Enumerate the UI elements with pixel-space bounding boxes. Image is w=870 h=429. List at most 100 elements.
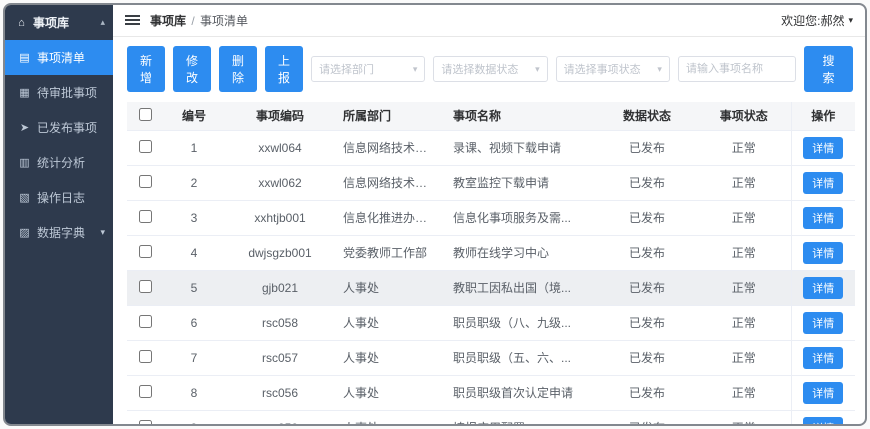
detail-button[interactable]: 详情 [803,312,844,334]
edit-button[interactable]: 修改 [173,46,212,92]
table-row[interactable]: 1 xxwl064 信息网络技术中心 录课、视频下载申请 已发布 正常 详情 [127,130,855,166]
report-button[interactable]: 上报 [265,46,304,92]
column-header: 所属部门 [335,102,445,131]
row-checkbox[interactable] [138,385,152,398]
cell-code: xxwl064 [225,130,335,166]
items-table: 编号 事项编码 所属部门 事项名称 数据状态 事项状态 操作 1 xxwl064 [127,102,855,424]
breadcrumb-separator: / [191,14,195,28]
add-button[interactable]: 新增 [127,46,166,92]
search-button[interactable]: 搜索 [803,46,854,92]
cell-code: xxhtjb001 [225,200,335,236]
cell-no: 5 [163,270,225,306]
sidebar-item-published[interactable]: ➤ 已发布事项 [5,110,113,145]
delete-button[interactable]: 删除 [219,46,258,92]
table-row[interactable]: 2 xxwl062 信息网络技术中心 教室监控下载申请 已发布 正常 详情 [127,165,855,201]
cell-data-status: 已发布 [597,305,697,341]
cell-code: rsc058 [225,305,335,341]
detail-button[interactable]: 详情 [803,347,844,369]
collapse-menu-icon[interactable] [125,15,140,26]
row-checkbox[interactable] [138,210,152,223]
cell-no: 9 [163,410,225,424]
approval-icon: ▦ [19,87,30,99]
department-select[interactable]: 请选择部门 ▾ [311,56,426,82]
breadcrumb-current: 事项清单 [200,14,249,28]
cell-data-status: 已发布 [597,375,697,411]
table-row[interactable]: 9 rsc050 人事处 填报应用配置 已发布 正常 详情 [127,410,855,424]
row-checkbox[interactable] [138,245,152,258]
cell-dept: 信息网络技术中心 [335,130,445,166]
sidebar-item-label: 已发布事项 [37,121,98,135]
table-row[interactable]: 8 rsc056 人事处 职员职级首次认定申请 已发布 正常 详情 [127,375,855,411]
select-placeholder: 请选择部门 [319,64,375,76]
chevron-down-icon: ▾ [657,63,662,74]
cell-data-status: 已发布 [597,270,697,306]
detail-button[interactable]: 详情 [803,137,844,159]
cell-item-status: 正常 [697,200,791,236]
column-header: 事项编码 [225,102,335,131]
item-status-select[interactable]: 请选择事项状态 ▾ [555,56,670,82]
cell-dept: 人事处 [335,340,445,376]
cell-item-status: 正常 [697,235,791,271]
detail-button[interactable]: 详情 [803,382,844,404]
cell-code: rsc057 [225,340,335,376]
table-row[interactable]: 3 xxhtjb001 信息化推进办公室 信息化事项服务及需... 已发布 正常… [127,200,855,236]
row-checkbox[interactable] [138,420,152,424]
table-row[interactable]: 5 gjb021 人事处 教职工因私出国（境... 已发布 正常 详情 [127,270,855,306]
chevron-down-icon: ▾ [535,63,540,74]
row-checkbox[interactable] [138,280,152,293]
detail-button[interactable]: 详情 [803,172,844,194]
row-checkbox[interactable] [138,315,152,328]
breadcrumb-root[interactable]: 事项库 [150,14,186,28]
cell-name: 教职工因私出国（境... [445,270,597,306]
cell-name: 信息化事项服务及需... [445,200,597,236]
row-checkbox[interactable] [138,350,152,363]
send-icon: ➤ [19,122,30,134]
row-checkbox[interactable] [138,140,152,153]
data-status-select[interactable]: 请选择数据状态 ▾ [433,56,548,82]
cell-dept: 党委教师工作部 [335,235,445,271]
table-row[interactable]: 4 dwjsgzb001 党委教师工作部 教师在线学习中心 已发布 正常 详情 [127,235,855,271]
user-menu[interactable]: 欢迎您:郝然 ▾ [781,12,853,29]
dictionary-icon: ▨ [19,227,30,239]
sidebar-item-list[interactable]: ▤ 事项清单 [5,40,113,75]
column-header: 数据状态 [597,102,697,131]
cell-data-status: 已发布 [597,200,697,236]
sidebar-header[interactable]: ⌂ 事项库 ▴ [5,5,113,40]
list-icon: ▤ [19,52,30,64]
cell-item-status: 正常 [697,165,791,201]
sidebar-item-logs[interactable]: ▧ 操作日志 [5,180,113,215]
cell-name: 教师在线学习中心 [445,235,597,271]
cell-data-status: 已发布 [597,130,697,166]
home-icon: ⌂ [18,16,25,29]
cell-name: 职员职级（八、九级... [445,305,597,341]
sidebar-item-stats[interactable]: ▥ 统计分析 [5,145,113,180]
cell-no: 3 [163,200,225,236]
chevron-down-icon: ▾ [100,227,105,237]
detail-button[interactable]: 详情 [803,207,844,229]
item-name-input[interactable] [677,56,796,82]
detail-button[interactable]: 详情 [803,242,844,264]
detail-button[interactable]: 详情 [803,417,844,424]
welcome-text: 欢迎您:郝然 [781,14,845,28]
column-header: 操作 [790,102,855,131]
topbar: 事项库 / 事项清单 欢迎您:郝然 ▾ [113,5,865,37]
toolbar: 新增 修改 删除 上报 请选择部门 ▾ 请选择数据状态 ▾ 请选择事项状态 ▾ [127,46,854,92]
cell-item-status: 正常 [697,305,791,341]
detail-button[interactable]: 详情 [803,277,844,299]
cell-item-status: 正常 [697,340,791,376]
sidebar-item-dictionary[interactable]: ▨ 数据字典 ▾ [5,215,113,250]
cell-item-status: 正常 [697,410,791,424]
cell-dept: 信息网络技术中心 [335,165,445,201]
table-row[interactable]: 6 rsc058 人事处 职员职级（八、九级... 已发布 正常 详情 [127,305,855,341]
cell-name: 职员职级（五、六、... [445,340,597,376]
row-checkbox[interactable] [138,175,152,188]
cell-dept: 人事处 [335,305,445,341]
cell-name: 职员职级首次认定申请 [445,375,597,411]
sidebar-item-pending[interactable]: ▦ 待审批事项 [5,75,113,110]
select-all-checkbox[interactable] [138,108,152,121]
column-header: 事项名称 [445,102,597,131]
column-header: 编号 [163,102,225,131]
table-row[interactable]: 7 rsc057 人事处 职员职级（五、六、... 已发布 正常 详情 [127,340,855,376]
cell-item-status: 正常 [697,375,791,411]
chevron-down-icon: ▾ [848,15,853,25]
